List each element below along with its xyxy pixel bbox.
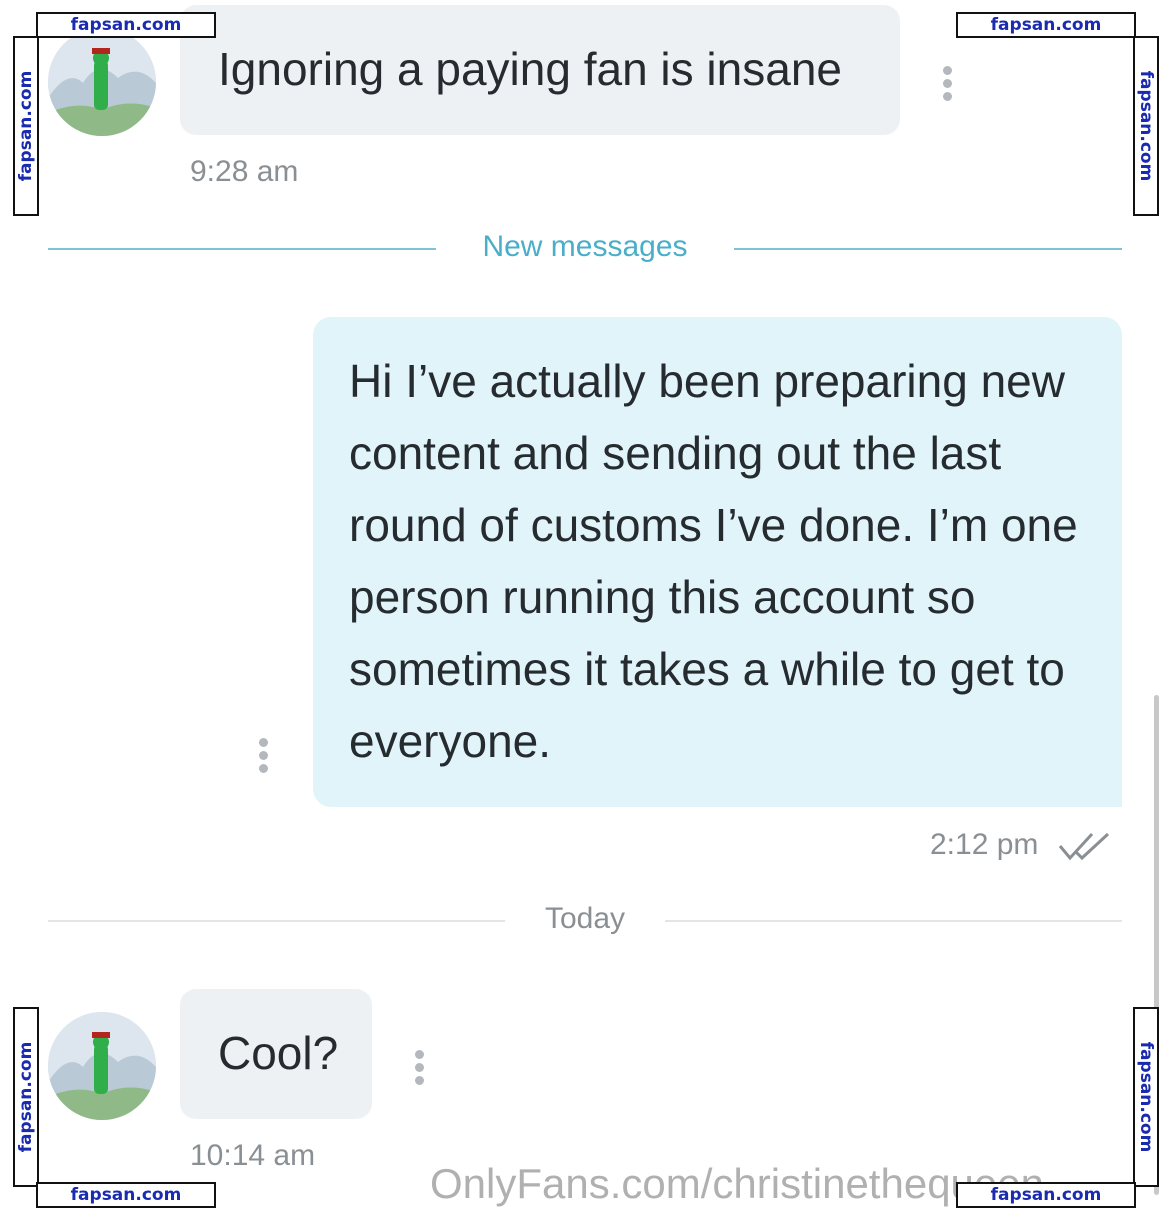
sender-avatar[interactable]	[48, 1012, 156, 1120]
message-bubble-outgoing[interactable]: Hi I’ve actually been preparing new cont…	[313, 317, 1122, 807]
watermark-label: fapsan.com	[36, 1182, 216, 1208]
message-options-icon[interactable]	[259, 738, 269, 777]
double-check-icon	[1058, 832, 1110, 861]
message-bubble-incoming[interactable]: Cool?	[180, 989, 372, 1119]
avatar-image	[48, 28, 156, 136]
message-text: Hi I’ve actually been preparing new cont…	[349, 355, 1078, 767]
watermark-label: fapsan.com	[956, 12, 1136, 38]
message-bubble-incoming[interactable]: Ignoring a paying fan is insane	[180, 5, 900, 135]
watermark-label: fapsan.com	[36, 12, 216, 38]
message-timestamp: 10:14 am	[190, 1139, 316, 1172]
avatar-image	[48, 1012, 156, 1120]
message-timestamp: 9:28 am	[190, 155, 299, 188]
message-options-icon[interactable]	[943, 66, 953, 105]
onlyfans-watermark: OnlyFans.com/christinethequeen	[430, 1160, 1044, 1207]
watermark-label: fapsan.com	[956, 1182, 1136, 1208]
sender-avatar[interactable]	[48, 28, 156, 136]
watermark-label-vertical: fapsan.com	[1133, 1007, 1159, 1187]
divider-line-left	[48, 920, 505, 922]
message-options-icon[interactable]	[415, 1050, 425, 1089]
new-messages-divider: New messages	[482, 230, 688, 263]
message-timestamp: 2:12 pm	[930, 828, 1039, 861]
divider-line-right	[665, 920, 1122, 922]
message-text: Cool?	[218, 1027, 339, 1079]
watermark-label-vertical: fapsan.com	[13, 1007, 39, 1187]
watermark-label-vertical: fapsan.com	[1133, 36, 1159, 216]
divider-line-left	[48, 248, 436, 250]
watermark-label-vertical: fapsan.com	[13, 36, 39, 216]
divider-line-right	[734, 248, 1122, 250]
today-divider: Today	[544, 902, 626, 935]
message-text: Ignoring a paying fan is insane	[218, 43, 842, 95]
